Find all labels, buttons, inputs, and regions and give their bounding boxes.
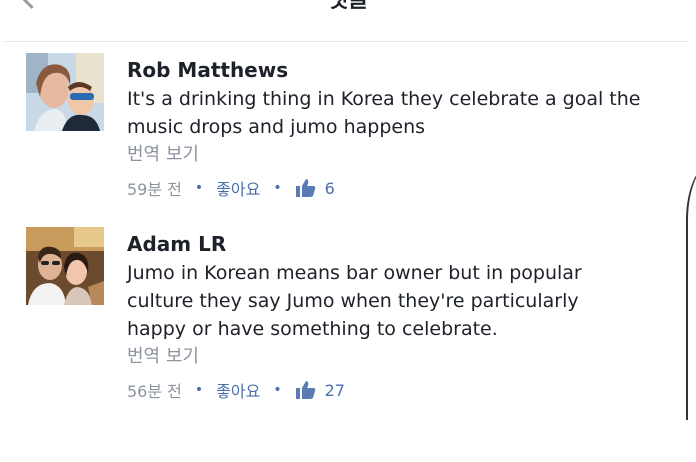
top-bar: 댓글 — [0, 0, 696, 40]
comment-text-line: culture they say Jumo when they're parti… — [127, 290, 579, 312]
like-button[interactable]: 좋아요 — [216, 176, 260, 200]
separator-dot: • — [194, 180, 204, 196]
like-count[interactable]: 6 — [325, 179, 335, 198]
page-title: 댓글 — [327, 0, 369, 13]
header-divider — [4, 41, 688, 42]
comment-meta: 59분 전 • 좋아요 • 6 — [127, 176, 667, 200]
comment-text: Jumo in Korean means bar owner but in po… — [127, 259, 667, 343]
comment-text-line: It's a drinking thing in Korea they cele… — [127, 88, 641, 110]
comment-timestamp: 56분 전 — [127, 382, 182, 401]
avatar[interactable] — [26, 227, 104, 305]
comment-author[interactable]: Rob Matthews — [127, 57, 667, 83]
avatar[interactable] — [26, 53, 104, 131]
comment-text-line: music drops and jumo happens — [127, 116, 426, 138]
see-translation-link[interactable]: 번역 보기 — [127, 343, 667, 371]
separator-dot: • — [194, 382, 204, 398]
like-button[interactable]: 좋아요 — [216, 378, 260, 402]
thumbs-up-icon — [295, 178, 317, 198]
comment-author[interactable]: Adam LR — [127, 231, 667, 257]
comment-text-line: Jumo in Korean means bar owner but in po… — [127, 262, 582, 284]
comment-meta: 56분 전 • 좋아요 • 27 — [127, 378, 667, 402]
see-translation-link[interactable]: 번역 보기 — [127, 141, 667, 169]
separator-dot: • — [273, 180, 282, 196]
device-edge — [686, 160, 696, 420]
separator-dot: • — [273, 382, 282, 398]
comment-timestamp: 59분 전 — [127, 180, 182, 199]
like-count[interactable]: 27 — [325, 381, 345, 400]
thumbs-up-icon — [295, 380, 317, 400]
comment-text-line: happy or have something to celebrate. — [127, 318, 498, 340]
comment-text: It's a drinking thing in Korea they cele… — [127, 85, 667, 141]
